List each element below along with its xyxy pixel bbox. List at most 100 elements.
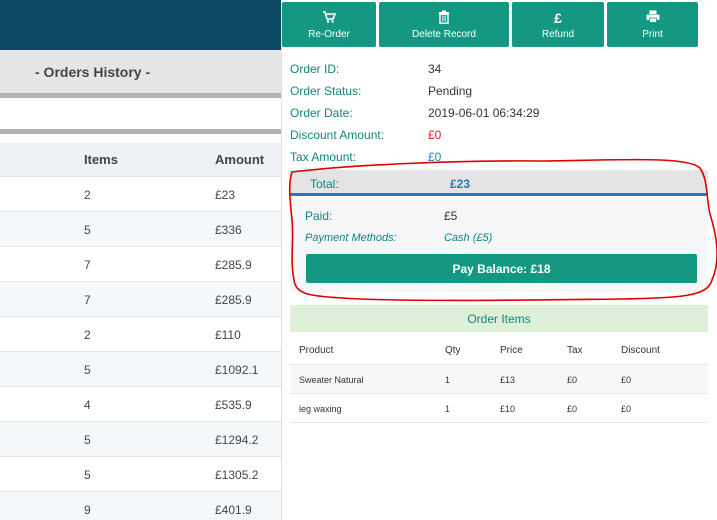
cart-icon [322, 10, 337, 27]
cell-items: 4 [84, 398, 91, 412]
cell-tax: £0 [567, 404, 578, 414]
cell-price: £13 [500, 375, 516, 385]
cell-items: 5 [84, 363, 91, 377]
cell-items: 2 [84, 188, 91, 202]
refund-button[interactable]: £ Refund [512, 2, 604, 47]
column-header-amount[interactable]: Amount [215, 152, 264, 167]
cell-amount: £535.9 [215, 398, 252, 412]
order-date-label: Order Date: [290, 106, 353, 120]
order-id-row: Order ID: 34 [290, 60, 710, 82]
orders-history-panel: - Orders History - Items Amount 2 £23 5 … [0, 0, 281, 520]
cell-amount: £401.9 [215, 503, 252, 517]
cell-amount: £285.9 [215, 293, 252, 307]
cell-amount: £1092.1 [215, 363, 259, 377]
payment-methods-label: Payment Methods: [305, 232, 397, 244]
tax-row: Tax Amount: £0 [290, 148, 710, 170]
cell-items: 7 [84, 258, 91, 272]
top-bar [0, 0, 281, 50]
cell-amount: £1305.2 [215, 468, 259, 482]
total-bar: Total: £23 [290, 170, 708, 196]
order-status-value: Pending [428, 84, 473, 98]
order-items-table: Product Qty Price Tax Discount Sweater N… [290, 336, 708, 423]
discount-label: Discount Amount: [290, 128, 385, 142]
trash-icon [438, 10, 450, 27]
order-items-title: Order Items [467, 311, 531, 326]
cell-amount: £336 [215, 223, 242, 237]
cell-items: 2 [84, 328, 91, 342]
cell-amount: £285.9 [215, 258, 252, 272]
order-items-header: Order Items [290, 305, 708, 332]
delete-record-label: Delete Record [412, 28, 476, 40]
table-row[interactable]: 7 £285.9 [0, 282, 281, 317]
payment-box: Paid: £5 Payment Methods: Cash (£5) Pay … [290, 199, 708, 292]
table-row[interactable]: 5 £1305.2 [0, 457, 281, 492]
page-title: - Orders History - [35, 63, 151, 80]
divider [0, 93, 281, 98]
cell-qty: 1 [445, 375, 451, 385]
cell-product: Sweater Natural [299, 375, 364, 385]
tax-value: £0 [428, 150, 442, 164]
page-title-bar: - Orders History - [0, 50, 281, 93]
printer-icon [646, 10, 660, 27]
cell-items: 7 [84, 293, 91, 307]
discount-row: Discount Amount: £0 [290, 126, 710, 148]
col-discount: Discount [621, 345, 660, 356]
col-tax: Tax [567, 345, 583, 356]
cell-qty: 1 [445, 404, 451, 414]
cell-items: 5 [84, 223, 91, 237]
orders-table-body: 2 £23 5 £336 7 £285.9 7 £285.9 2 £110 5 … [0, 177, 281, 520]
cell-amount: £110 [215, 328, 241, 342]
table-row[interactable]: 4 £535.9 [0, 387, 281, 422]
table-row[interactable]: 7 £285.9 [0, 247, 281, 282]
cell-price: £10 [500, 404, 516, 414]
refund-label: Refund [541, 28, 575, 40]
pay-balance-button[interactable]: Pay Balance: £18 [306, 254, 697, 283]
table-row: leg waxing 1 £10 £0 £0 [290, 394, 708, 423]
reorder-button[interactable]: Re-Order [282, 2, 376, 47]
action-toolbar: Re-Order Delete Record £ Refund Print [282, 2, 717, 48]
table-row[interactable]: 2 £23 [0, 177, 281, 212]
cell-product: leg waxing [299, 404, 342, 414]
table-row[interactable]: 5 £1092.1 [0, 352, 281, 387]
divider [0, 129, 281, 134]
cell-items: 5 [84, 468, 91, 482]
print-label: Print [642, 28, 663, 40]
print-button[interactable]: Print [607, 2, 698, 47]
order-date-row: Order Date: 2019-06-01 06:34:29 [290, 104, 710, 126]
order-date-value: 2019-06-01 06:34:29 [428, 106, 540, 120]
pound-icon: £ [554, 9, 562, 26]
order-status-label: Order Status: [290, 84, 362, 98]
cell-amount: £23 [215, 188, 236, 202]
col-product: Product [299, 345, 334, 356]
discount-value: £0 [428, 128, 442, 142]
cell-discount: £0 [621, 404, 632, 414]
orders-table-header: Items Amount [0, 143, 281, 177]
order-status-row: Order Status: Pending [290, 82, 710, 104]
col-price: Price [500, 345, 523, 356]
cell-items: 9 [84, 503, 91, 517]
order-detail-panel: Re-Order Delete Record £ Refund Print Or… [281, 0, 717, 520]
table-row[interactable]: 9 £401.9 [0, 492, 281, 520]
reorder-label: Re-Order [308, 28, 350, 40]
tax-label: Tax Amount: [290, 150, 357, 164]
order-info: Order ID: 34 Order Status: Pending Order… [290, 60, 710, 170]
cell-tax: £0 [567, 375, 578, 385]
paid-label: Paid: [305, 209, 333, 223]
table-row: Sweater Natural 1 £13 £0 £0 [290, 365, 708, 394]
cell-discount: £0 [621, 375, 632, 385]
table-row[interactable]: 5 £1294.2 [0, 422, 281, 457]
payment-methods-value: Cash (£5) [444, 232, 493, 244]
table-row[interactable]: 2 £110 [0, 317, 281, 352]
column-header-items[interactable]: Items [84, 152, 118, 167]
order-id-value: 34 [428, 62, 442, 76]
paid-value: £5 [444, 209, 458, 223]
delete-record-button[interactable]: Delete Record [379, 2, 509, 47]
cell-amount: £1294.2 [215, 433, 259, 447]
order-id-label: Order ID: [290, 62, 340, 76]
cell-items: 5 [84, 433, 91, 447]
order-items-table-header: Product Qty Price Tax Discount [290, 336, 708, 365]
total-value: £23 [450, 177, 471, 191]
col-qty: Qty [445, 345, 461, 356]
total-label: Total: [310, 177, 339, 191]
table-row[interactable]: 5 £336 [0, 212, 281, 247]
